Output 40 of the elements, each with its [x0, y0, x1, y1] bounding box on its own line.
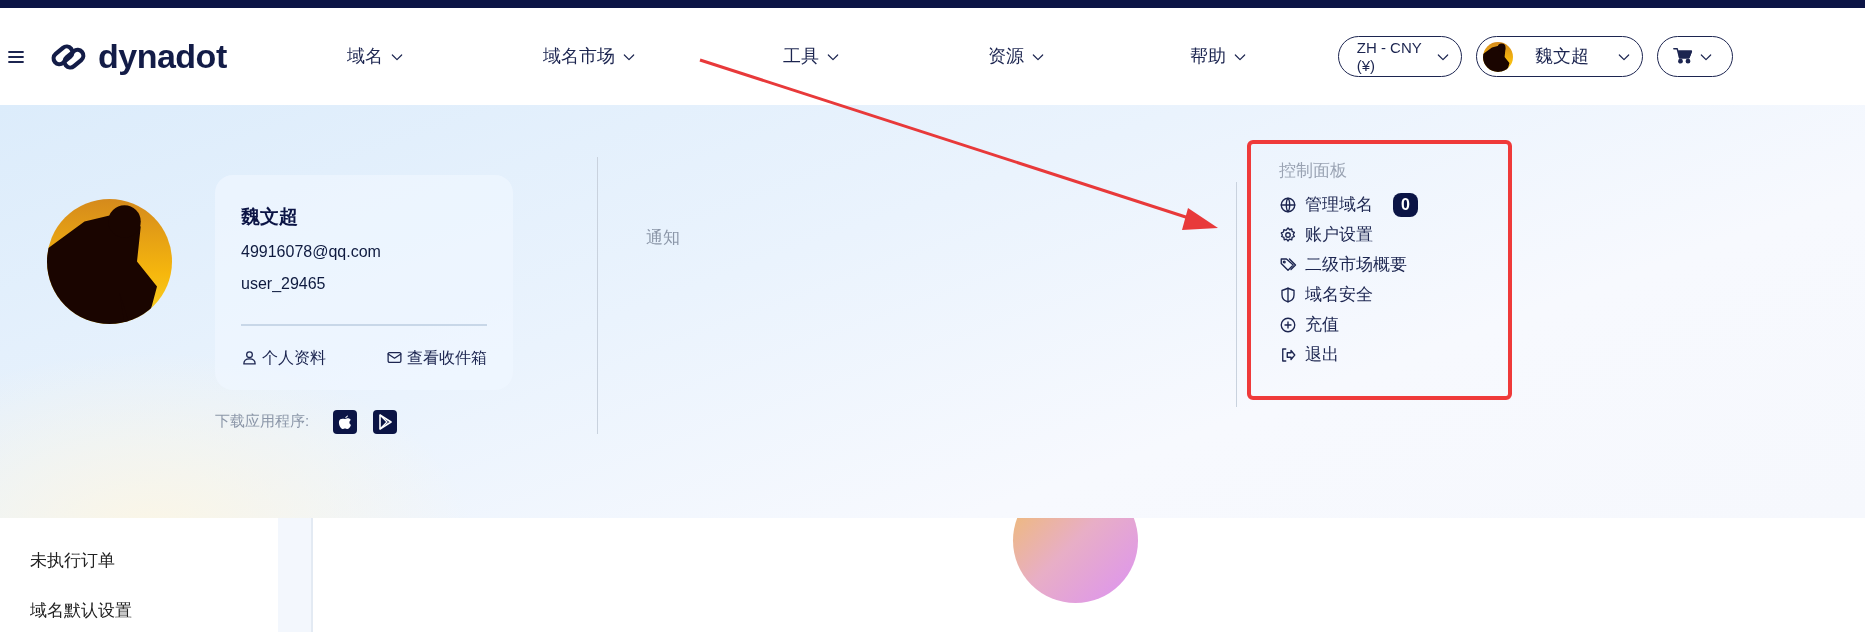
dashboard-heading: 控制面板	[1279, 160, 1348, 182]
download-label: 下载应用程序:	[215, 411, 310, 432]
dashboard-menu-item[interactable]: 账户设置	[1279, 219, 1373, 250]
nav-menu-item[interactable]: 域名	[346, 43, 405, 70]
notifications-heading: 通知	[646, 227, 681, 249]
user-menu[interactable]: 魏文超	[1475, 36, 1643, 77]
settings-icon	[1279, 225, 1297, 244]
dashboard-menu-item[interactable]: 充值	[1279, 309, 1339, 340]
play-icon	[378, 413, 393, 430]
app-store-button[interactable]	[333, 409, 358, 434]
dashboard-menu-item[interactable]: 域名安全	[1279, 279, 1373, 310]
user-email: 49916078@qq.com	[241, 241, 382, 262]
sidebar-item[interactable]: 未执行订单	[30, 548, 278, 574]
count-label: 0	[1393, 192, 1418, 217]
nav-menu-item[interactable]: 帮助	[1189, 43, 1248, 70]
username: user_29465	[241, 273, 327, 294]
logout-icon	[1279, 345, 1297, 364]
tag-icon	[1279, 255, 1297, 274]
dashboard-menu-item[interactable]: 管理域名 0	[1279, 189, 1418, 220]
shield-icon	[1279, 285, 1297, 304]
user-icon	[241, 349, 258, 366]
dashboard-menu-item[interactable]: 二级市场概要	[1279, 249, 1407, 280]
profile-link[interactable]: 个人资料	[241, 345, 326, 370]
plus-icon	[1279, 315, 1297, 334]
logo[interactable]: dynadot	[48, 31, 227, 82]
cart-icon	[1671, 46, 1694, 67]
nav-menu-item[interactable]: 资源	[987, 43, 1046, 70]
language-selector[interactable]: ZH - CNY (¥)	[1337, 36, 1462, 77]
user-name: 魏文超	[241, 205, 299, 229]
profile-link[interactable]: 查看收件箱	[386, 345, 487, 370]
nav-menu-item[interactable]: 工具	[782, 43, 841, 70]
dashboard-menu-item[interactable]: 退出	[1279, 339, 1339, 370]
nav-menu-item[interactable]: 域名市场	[542, 43, 637, 70]
mail-icon	[386, 349, 403, 366]
menu-icon[interactable]	[8, 49, 24, 64]
play-store-button[interactable]	[373, 409, 398, 434]
globe-icon	[1279, 195, 1297, 214]
apple-icon	[338, 413, 353, 430]
sidebar-item[interactable]: 域名默认设置	[30, 597, 278, 623]
cart-button[interactable]	[1656, 36, 1733, 77]
